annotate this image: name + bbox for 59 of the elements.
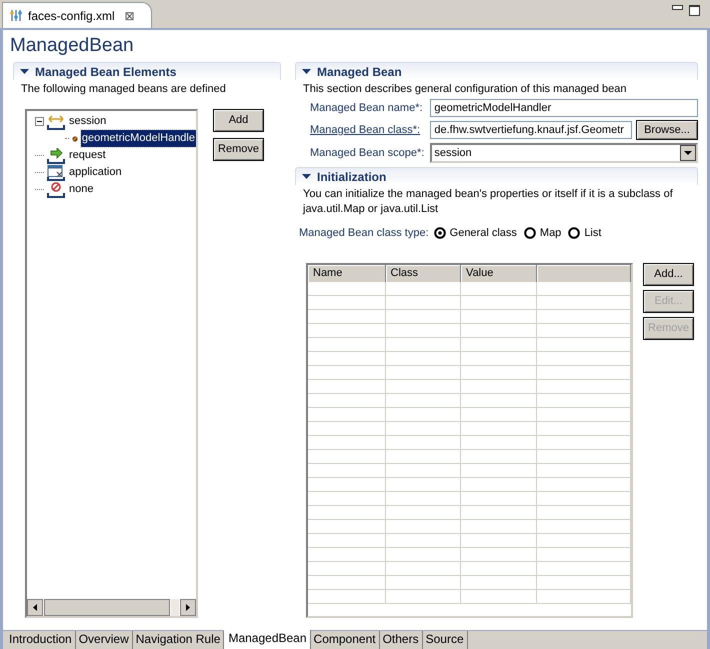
field-label: Managed Bean scope*: — [310, 146, 424, 161]
page-title: ManagedBean — [10, 35, 135, 57]
input-field[interactable]: de.fhw.swtvertiefung.knauf.jsf.Geometr — [430, 121, 632, 139]
tree-item[interactable]: geometricModelHandle — [80, 130, 196, 147]
radio-label[interactable]: List — [584, 225, 602, 242]
button[interactable]: Add — [213, 109, 264, 132]
scrollbar-thumb[interactable] — [44, 599, 170, 616]
radio-button[interactable] — [568, 227, 580, 240]
dropdown[interactable]: session — [430, 143, 698, 163]
section-title: Managed Bean — [317, 64, 402, 80]
collapse-triangle-icon[interactable] — [302, 67, 311, 76]
collapse-triangle-icon[interactable] — [20, 67, 29, 76]
tree-item[interactable]: none — [68, 181, 94, 198]
radio-label[interactable]: Map — [540, 225, 562, 242]
tab-label: faces-config.xml — [28, 8, 115, 24]
input-field[interactable]: geometricModelHandler — [430, 99, 698, 117]
link[interactable]: Managed Bean class*: — [310, 122, 424, 138]
page-tab[interactable]: Component — [310, 631, 380, 649]
collapse-triangle-icon[interactable] — [302, 172, 311, 181]
page-tab[interactable]: Source — [422, 631, 468, 649]
button[interactable]: Remove — [213, 138, 264, 161]
section-description: The following managed beans are defined — [20, 82, 227, 97]
section-header[interactable]: Initialization — [295, 167, 698, 185]
radio-button[interactable] — [434, 227, 446, 240]
column-header[interactable] — [536, 264, 631, 282]
radio-label[interactable]: General class — [450, 225, 517, 242]
column-header[interactable]: Name — [308, 264, 386, 282]
page-tab[interactable]: Introduction — [6, 631, 76, 649]
page-tab[interactable]: Others — [380, 631, 423, 649]
button[interactable]: Add... — [643, 262, 694, 286]
scrollbar-track[interactable] — [171, 599, 179, 616]
section-header[interactable]: Managed Bean Elements — [13, 62, 281, 80]
window-icon — [47, 164, 65, 180]
tree-toggle-icon[interactable] — [35, 117, 44, 126]
editor-tab[interactable]: faces-config.xml ⊠ — [2, 2, 152, 28]
radio-button[interactable] — [524, 227, 536, 240]
maximize-icon[interactable] — [689, 5, 700, 16]
field-label: Managed Bean name*: — [310, 100, 424, 116]
tree-item[interactable]: request — [68, 147, 107, 164]
page-tab[interactable]: ManagedBean — [224, 630, 311, 649]
scroll-right-icon[interactable] — [180, 599, 196, 616]
tree-item[interactable]: session — [68, 113, 108, 130]
section-description: You can initialize the managed bean's properties or itself if it is a subclass of java.util.Map or java.util.List — [302, 187, 674, 217]
column-header[interactable]: Value — [461, 264, 537, 282]
minimize-icon[interactable] — [672, 5, 683, 10]
scroll-left-icon[interactable] — [27, 599, 43, 616]
double-arrow-icon — [47, 114, 65, 130]
section-title: Managed Bean Elements — [35, 64, 176, 80]
section-description: This section describes general configuration of this managed bean — [302, 82, 628, 97]
tree-item[interactable]: application — [68, 164, 123, 181]
button[interactable]: Browse... — [636, 120, 698, 140]
field-label: Managed Bean class type: — [299, 226, 429, 241]
close-icon[interactable]: ⊠ — [124, 6, 135, 24]
column-header[interactable]: Class — [386, 264, 462, 282]
no-entry-icon — [47, 182, 65, 198]
section-title: Initialization — [317, 168, 386, 186]
page-tab[interactable]: Overview — [76, 631, 133, 649]
arrow-icon — [47, 148, 65, 164]
section-header[interactable]: Managed Bean — [295, 62, 698, 80]
